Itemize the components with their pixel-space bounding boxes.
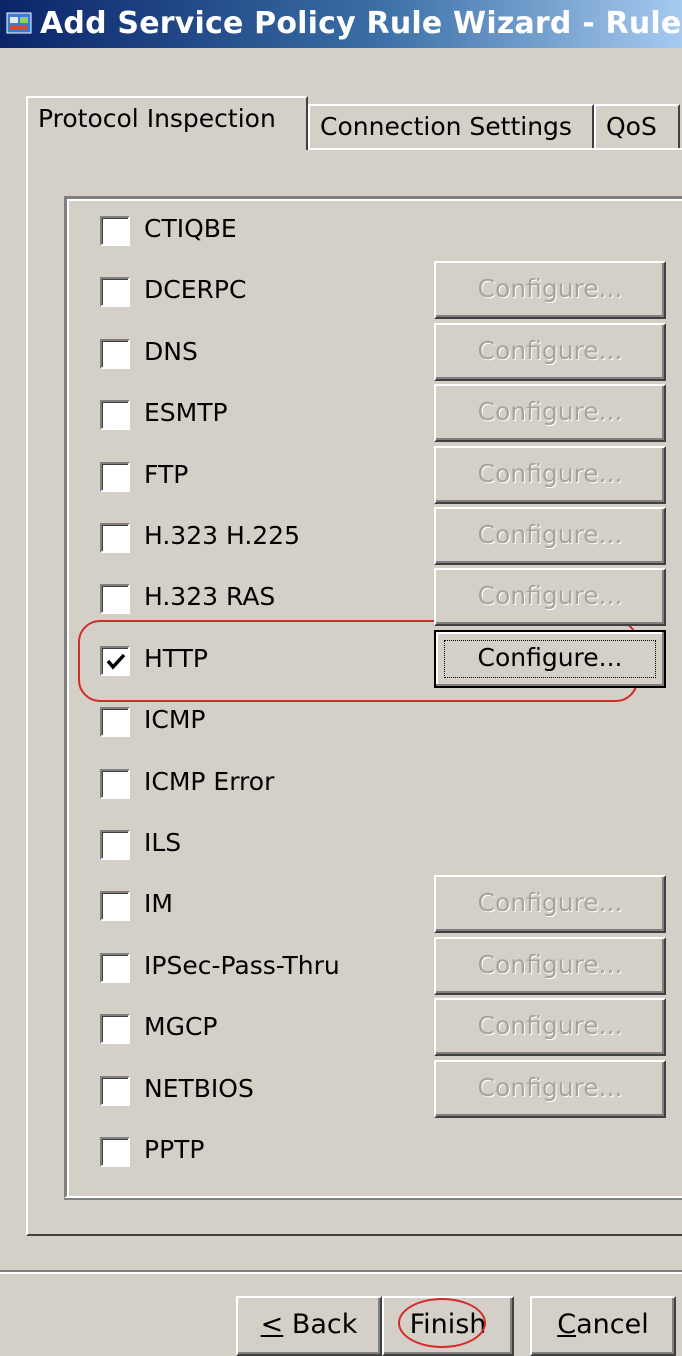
button-separator (0, 1270, 682, 1274)
back-button[interactable]: < Back (236, 1296, 382, 1356)
tab-panel (26, 148, 682, 1236)
back-label: Back (283, 1309, 358, 1340)
tab-protocol-inspection[interactable]: Protocol Inspection (26, 96, 308, 150)
finish-button[interactable]: Finish (382, 1296, 514, 1356)
cancel-button[interactable]: Cancel (530, 1296, 676, 1356)
tab-qos[interactable]: QoS (594, 104, 680, 150)
back-mnemonic: < (260, 1309, 284, 1340)
cancel-mnemonic: C (557, 1309, 577, 1340)
title-bar: Add Service Policy Rule Wizard - Rule Ac… (0, 0, 682, 48)
window-title: Add Service Policy Rule Wizard - Rule Ac… (40, 6, 682, 41)
tab-connection-settings[interactable]: Connection Settings (308, 104, 594, 150)
cancel-label: ancel (576, 1309, 649, 1340)
app-icon (6, 12, 32, 34)
